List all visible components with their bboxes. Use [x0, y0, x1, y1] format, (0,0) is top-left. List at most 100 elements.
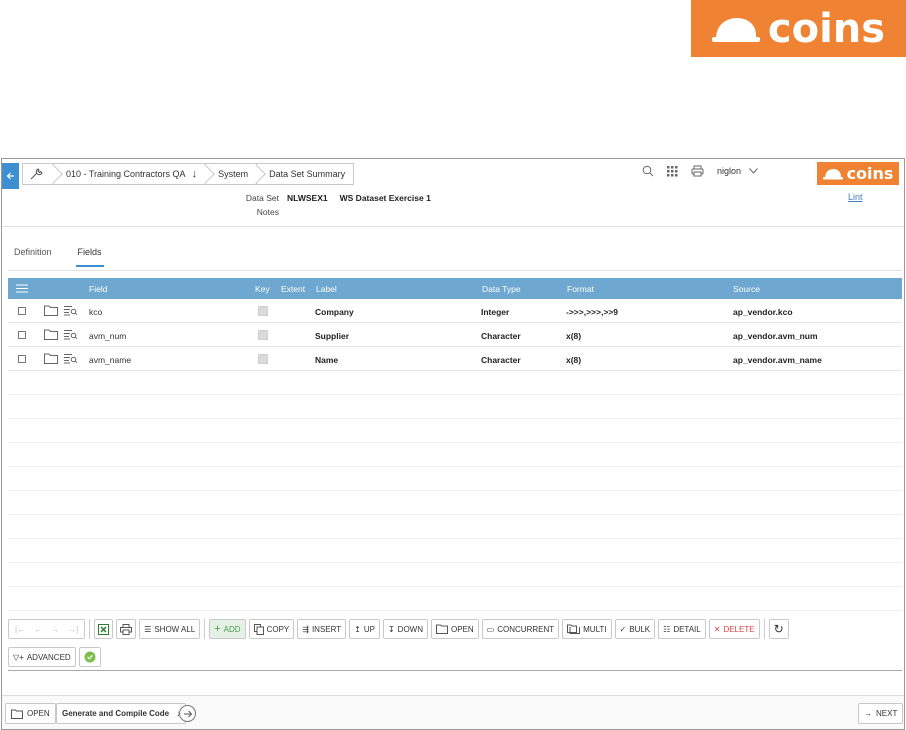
user-menu[interactable]: niglon: [717, 166, 758, 176]
tab-bar: Definition Fields: [12, 245, 126, 267]
concurrent-button[interactable]: ▭ CONCURRENT: [481, 619, 560, 639]
field-format: x(8): [566, 331, 582, 341]
key-checkbox[interactable]: [258, 306, 268, 316]
dataset-label: Data Set: [245, 193, 279, 203]
folder-icon: [436, 624, 448, 634]
show-all-label: SHOW ALL: [154, 624, 196, 634]
field-format: ->>>,>>>,>>9: [566, 307, 618, 317]
breadcrumb-data-set-summary[interactable]: Data Set Summary: [257, 163, 355, 185]
multi-button[interactable]: MULTI: [562, 619, 612, 639]
table-row[interactable]: kco Company Integer ->>>,>>>,>>9 ap_vend…: [8, 299, 902, 323]
advanced-label: ADVANCED: [26, 652, 71, 662]
breadcrumb: 010 - Training Contractors QA ↓ System D…: [22, 163, 355, 185]
lint-link[interactable]: Lint: [848, 192, 863, 202]
filter-add-icon: ▽+: [13, 652, 24, 662]
run-button[interactable]: [179, 705, 196, 722]
detail-list-icon[interactable]: [64, 353, 78, 366]
down-button[interactable]: ↧ DOWN: [382, 619, 428, 639]
table-row[interactable]: avm_num Supplier Character x(8) ap_vendo…: [8, 323, 902, 347]
filter-status-button[interactable]: [78, 647, 101, 667]
field-source: ap_vendor.kco: [733, 307, 793, 317]
detail-button[interactable]: ☷ DETAIL: [658, 619, 706, 639]
hard-hat-icon: [822, 168, 843, 179]
breadcrumb-system-label: System: [218, 169, 249, 179]
advanced-divider: [8, 670, 902, 671]
field-label: Supplier: [315, 331, 350, 341]
empty-row: [8, 491, 902, 515]
col-key[interactable]: Key: [255, 284, 270, 294]
empty-row: [8, 467, 902, 491]
generate-compile-label: Generate and Compile Code: [62, 709, 170, 718]
detail-list-icon: ☷: [663, 624, 671, 634]
multi-folder-icon: [567, 624, 581, 634]
search-icon[interactable]: [642, 165, 654, 177]
last-record-icon[interactable]: →|: [68, 625, 78, 634]
empty-row: [8, 419, 902, 443]
toolbar-separator: [763, 619, 765, 639]
printer-icon[interactable]: [691, 165, 704, 177]
back-button[interactable]: [2, 163, 19, 189]
detail-list-icon[interactable]: [64, 305, 78, 318]
delete-button[interactable]: ✕ DELETE: [708, 619, 760, 639]
open-label: OPEN: [451, 624, 474, 634]
empty-row: [8, 539, 902, 563]
tabs-divider: [8, 270, 902, 271]
breadcrumb-wrench[interactable]: [22, 163, 63, 185]
col-field[interactable]: Field: [89, 284, 107, 294]
folder-icon: [11, 709, 23, 719]
first-record-icon[interactable]: |←: [15, 625, 25, 634]
tab-definition[interactable]: Definition: [12, 245, 54, 267]
insert-button[interactable]: ⇶ INSERT: [297, 619, 347, 639]
row-checkbox[interactable]: [18, 355, 26, 363]
detail-list-icon[interactable]: [64, 329, 78, 342]
next-record-icon[interactable]: →: [51, 625, 59, 634]
apps-grid-icon[interactable]: [667, 165, 678, 177]
breadcrumb-company[interactable]: 010 - Training Contractors QA ↓: [54, 163, 215, 185]
next-button[interactable]: → NEXT: [858, 703, 904, 724]
add-button[interactable]: + ADD: [209, 619, 246, 639]
copy-button[interactable]: COPY: [248, 619, 295, 639]
row-checkbox[interactable]: [18, 307, 26, 315]
row-checkbox[interactable]: [18, 331, 26, 339]
app-logo-text: coins: [846, 163, 894, 183]
field-data-type: Character: [481, 355, 521, 365]
refresh-button[interactable]: ↻: [768, 619, 789, 639]
advanced-filter-button[interactable]: ▽+ ADVANCED: [8, 647, 76, 667]
table-row[interactable]: avm_name Name Character x(8) ap_vendor.a…: [8, 347, 902, 371]
field-label: Company: [315, 307, 354, 317]
field-data-type: Integer: [481, 307, 510, 317]
up-label: UP: [363, 624, 375, 634]
folder-icon[interactable]: [44, 329, 58, 342]
key-checkbox[interactable]: [258, 354, 268, 364]
column-chooser-icon[interactable]: [16, 284, 28, 295]
field-label: Name: [315, 355, 339, 365]
printer-icon: [120, 623, 133, 635]
key-checkbox[interactable]: [258, 330, 268, 340]
footer-open-button[interactable]: OPEN: [5, 703, 56, 724]
generate-compile-dropdown[interactable]: Generate and Compile Code ↓: [56, 703, 187, 724]
previous-record-icon[interactable]: ←: [34, 625, 42, 634]
toolbar-separator: [89, 619, 91, 639]
breadcrumb-data-set-summary-label: Data Set Summary: [269, 169, 346, 179]
col-extent[interactable]: Extent: [281, 284, 305, 294]
col-source[interactable]: Source: [733, 284, 760, 294]
open-button[interactable]: OPEN: [431, 619, 479, 639]
up-button[interactable]: ↥ UP: [349, 619, 380, 639]
print-button[interactable]: [116, 619, 137, 639]
folder-icon[interactable]: [44, 353, 58, 366]
show-all-button[interactable]: ☰ SHOW ALL: [139, 619, 201, 639]
empty-row: [8, 563, 902, 587]
folder-icon[interactable]: [44, 305, 58, 318]
col-data-type[interactable]: Data Type: [482, 284, 521, 294]
col-label[interactable]: Label: [316, 284, 337, 294]
bulk-button[interactable]: ✓ BULK: [614, 619, 656, 639]
copy-label: COPY: [266, 624, 290, 634]
arrow-up-icon: ↥: [354, 624, 361, 634]
col-format[interactable]: Format: [567, 284, 594, 294]
tab-fields[interactable]: Fields: [75, 245, 104, 267]
refresh-icon: ↻: [773, 622, 784, 636]
field-data-type: Character: [481, 331, 521, 341]
excel-export-button[interactable]: [94, 619, 114, 639]
logo-text: coins: [767, 5, 886, 52]
empty-row: [8, 587, 902, 611]
